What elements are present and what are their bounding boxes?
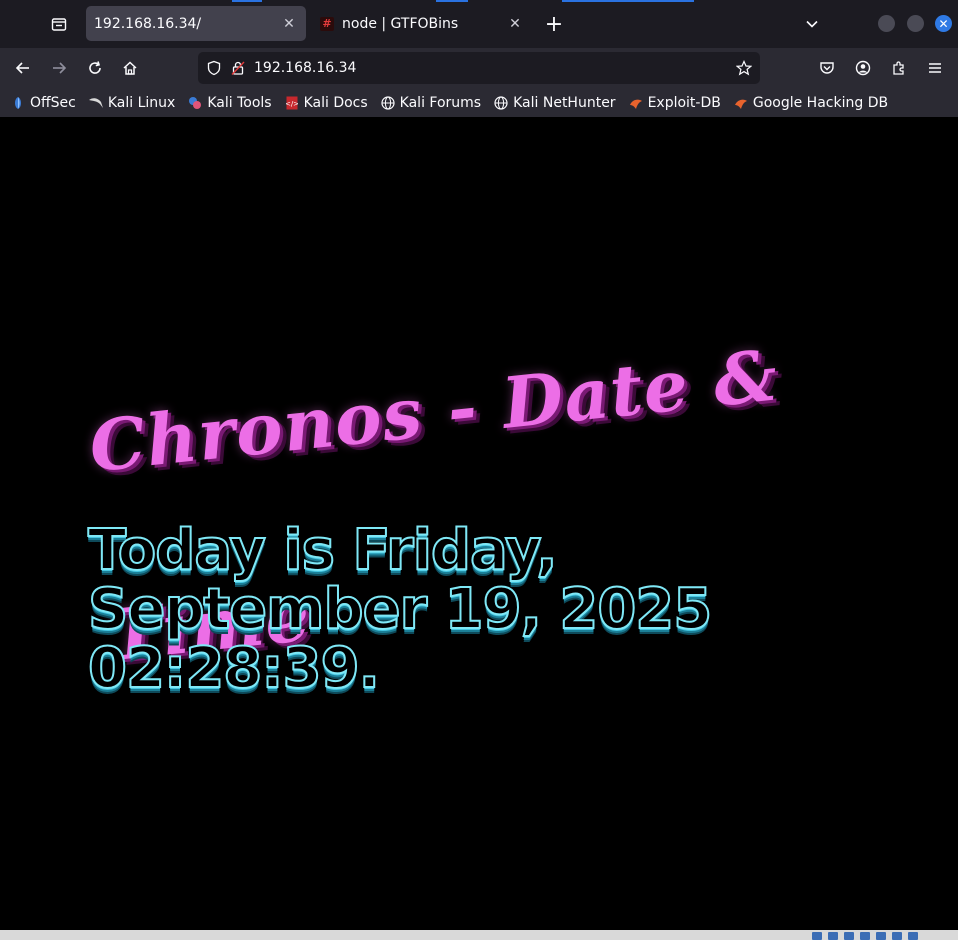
bookmark-kali-docs[interactable]: </> Kali Docs [284, 95, 368, 111]
system-tray [812, 932, 918, 940]
tab-title: node | GTFOBins [342, 15, 459, 32]
pocket-icon [820, 62, 834, 74]
puzzle-icon [893, 61, 904, 75]
menu-button[interactable] [920, 53, 950, 83]
address-bar[interactable] [198, 52, 760, 84]
navigation-toolbar [0, 48, 958, 88]
tab-chronos[interactable]: 192.168.16.34/ ✕ [86, 6, 306, 41]
kali-dragon-icon [88, 95, 104, 111]
exploitdb-icon [628, 95, 644, 111]
gtfobins-favicon-icon: # [320, 16, 334, 31]
tab-strip-highlight [562, 0, 694, 2]
tray-icon[interactable] [892, 932, 902, 940]
arrow-right-icon [53, 62, 67, 74]
tracking-shield-icon[interactable] [202, 56, 226, 80]
bookmark-kali-nethunter[interactable]: Kali NetHunter [493, 94, 616, 111]
bookmark-label: Kali Docs [303, 94, 368, 111]
globe-icon [380, 95, 396, 111]
globe-icon [493, 95, 509, 111]
bookmark-label: Kali NetHunter [513, 94, 616, 111]
bookmark-label: Exploit-DB [647, 94, 721, 111]
insecure-lock-icon[interactable] [226, 56, 250, 80]
forward-button[interactable] [44, 53, 74, 83]
extensions-button[interactable] [884, 53, 914, 83]
firefox-view-button[interactable] [44, 10, 74, 38]
url-input[interactable] [250, 60, 732, 76]
home-icon [123, 61, 137, 75]
kali-docs-icon: </> [284, 95, 300, 111]
tab-strip: 192.168.16.34/ ✕ # node | GTFOBins ✕ + ✕ [0, 0, 958, 48]
exploitdb-icon [733, 95, 749, 111]
bookmark-kali-forums[interactable]: Kali Forums [380, 95, 481, 111]
kali-tools-icon [187, 95, 203, 111]
chevron-down-icon [806, 20, 818, 28]
tray-icon[interactable] [908, 932, 918, 940]
arrow-left-icon [15, 62, 29, 74]
hamburger-menu-icon [929, 63, 941, 73]
firefox-view-icon [51, 18, 67, 31]
bookmark-label: OffSec [30, 94, 76, 111]
bookmark-exploit-db[interactable]: Exploit-DB [628, 95, 721, 111]
tray-icon[interactable] [876, 932, 886, 940]
bookmark-label: Kali Forums [399, 94, 482, 111]
minimize-window-button[interactable] [878, 15, 895, 32]
account-button[interactable] [848, 53, 878, 83]
bookmark-label: Google Hacking DB [752, 94, 889, 111]
pocket-button[interactable] [812, 53, 842, 83]
tray-icon[interactable] [860, 932, 870, 940]
list-all-tabs-button[interactable] [798, 10, 826, 38]
current-date-time: Today is Friday, September 19, 2025 02:2… [87, 518, 713, 701]
tray-icon[interactable] [828, 932, 838, 940]
reload-button[interactable] [80, 53, 110, 83]
account-icon [855, 60, 871, 76]
tray-icon[interactable] [812, 932, 822, 940]
new-tab-button[interactable]: + [540, 10, 568, 38]
reload-icon [89, 61, 101, 74]
close-tab-icon[interactable]: ✕ [280, 15, 298, 33]
close-tab-icon[interactable]: ✕ [506, 15, 524, 33]
bookmark-offsec[interactable]: OffSec [10, 95, 76, 111]
tab-strip-highlight [436, 0, 468, 2]
bookmark-label: Kali Tools [207, 94, 272, 111]
tab-title: 192.168.16.34/ [94, 15, 202, 32]
maximize-window-button[interactable] [907, 15, 924, 32]
page-viewport: Chronos - Date & Time Today is Friday, S… [0, 117, 958, 930]
tray-icon[interactable] [844, 932, 854, 940]
svg-text:</>: </> [286, 100, 298, 108]
close-window-button[interactable]: ✕ [935, 15, 952, 32]
bookmark-label: Kali Linux [107, 94, 176, 111]
offsec-icon [10, 95, 26, 111]
back-button[interactable] [8, 53, 38, 83]
bookmark-google-hacking-db[interactable]: Google Hacking DB [733, 95, 888, 111]
tab-gtfobins[interactable]: # node | GTFOBins ✕ [312, 6, 532, 41]
bookmarks-toolbar: OffSec Kali Linux Kali Tools </> Kali Do… [0, 88, 958, 117]
bookmark-kali-tools[interactable]: Kali Tools [187, 94, 272, 111]
bookmark-kali-linux[interactable]: Kali Linux [88, 95, 175, 111]
tab-strip-highlight [232, 0, 262, 2]
bookmark-star-icon[interactable] [732, 56, 756, 80]
home-button[interactable] [115, 53, 145, 83]
